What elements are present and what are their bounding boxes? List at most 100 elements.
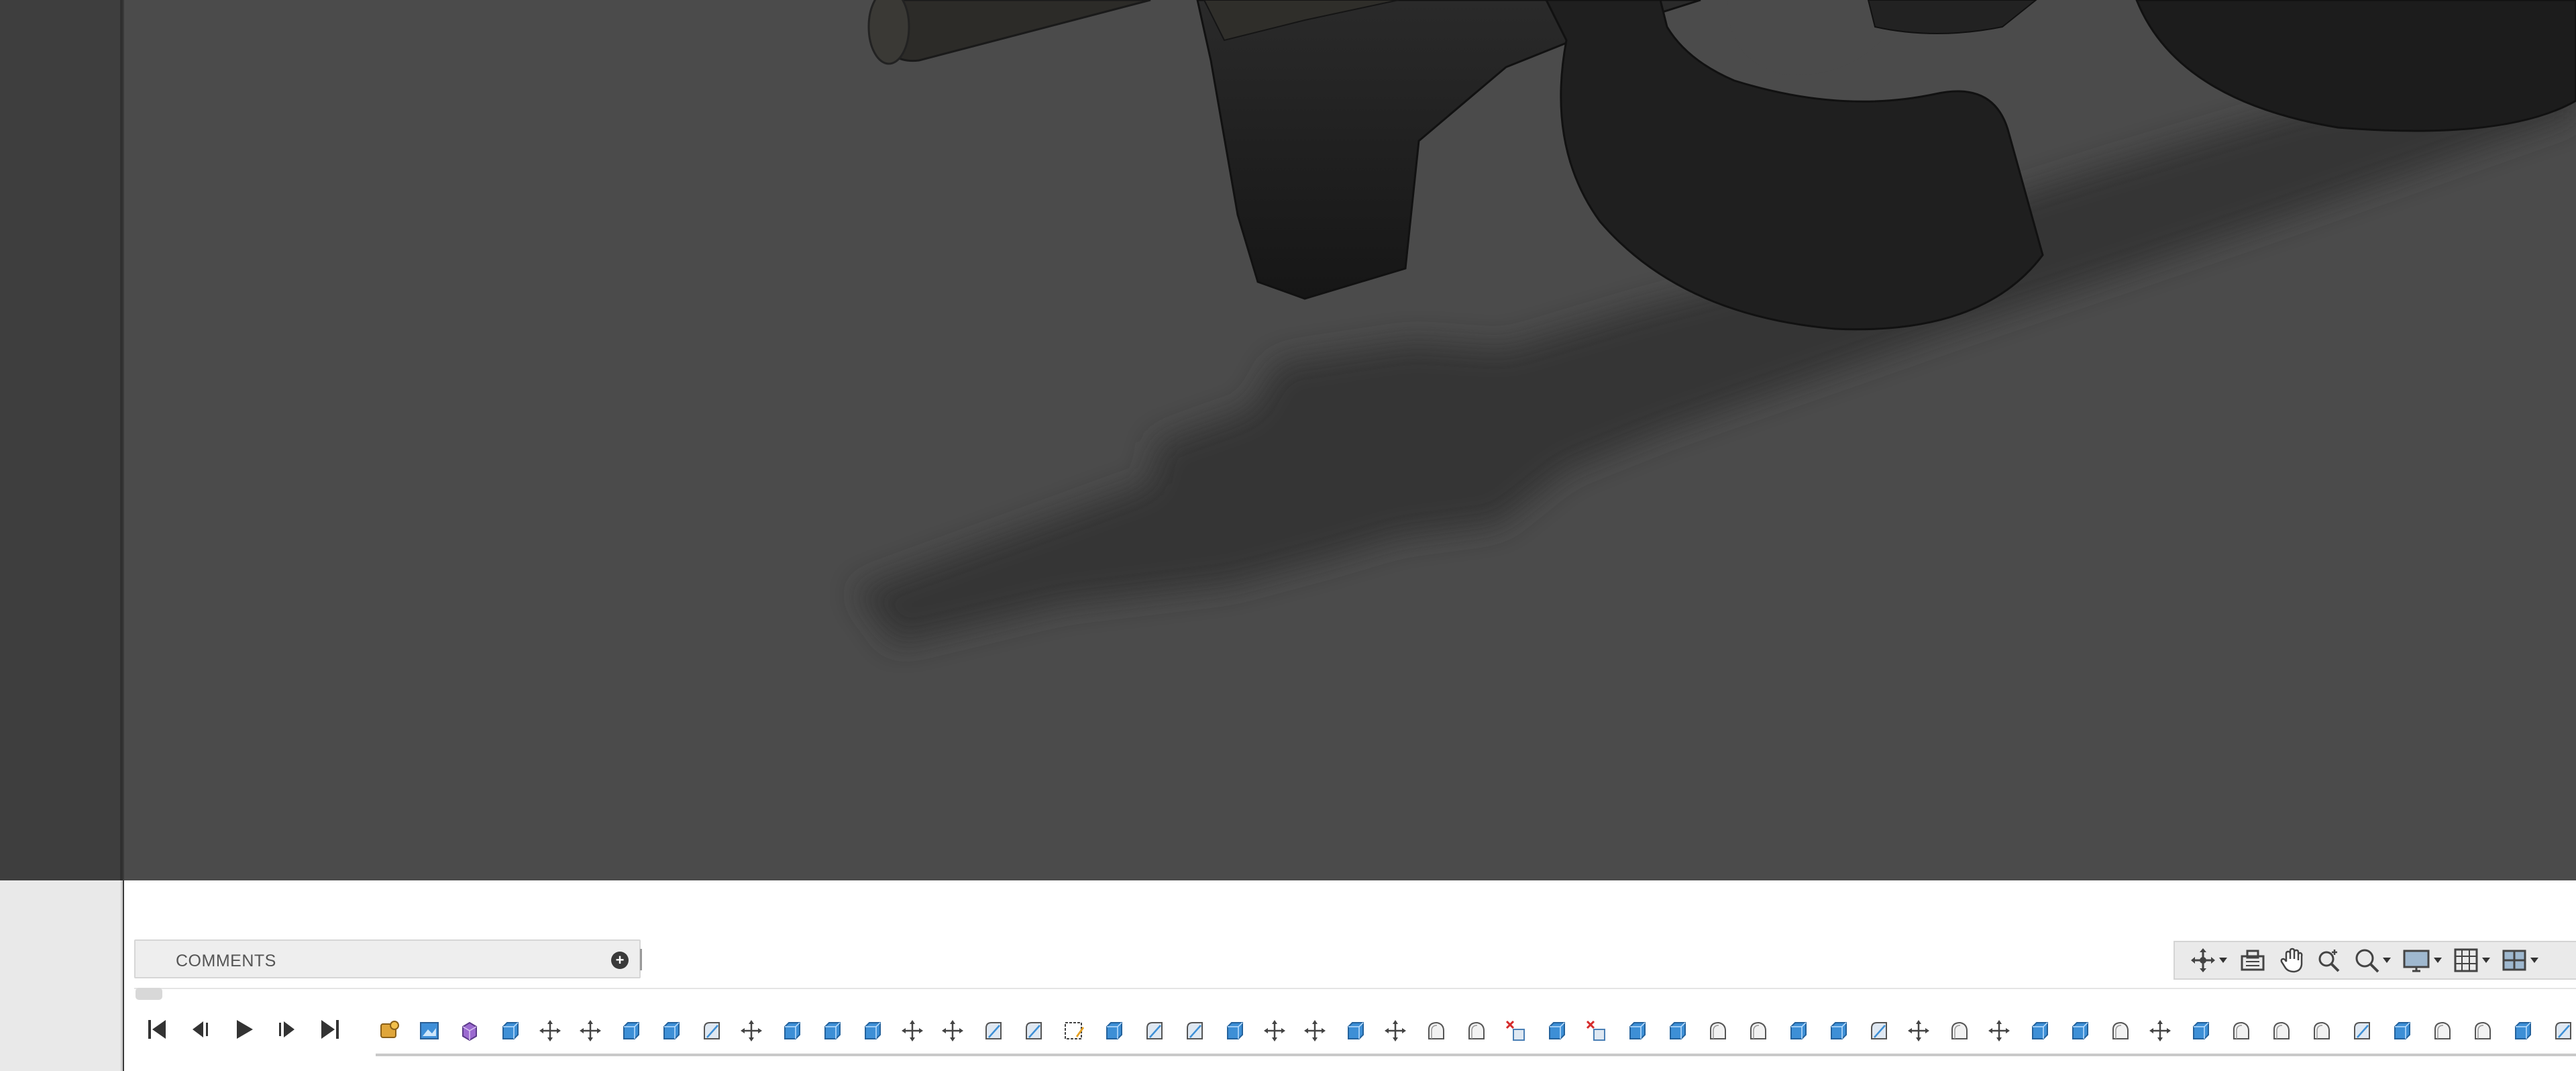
timeline-feature-component[interactable] <box>369 1012 409 1050</box>
timeline-feature-move[interactable] <box>530 1012 570 1050</box>
go-to-start-button[interactable] <box>144 1016 171 1043</box>
timeline-feature-fillet[interactable] <box>2542 1012 2576 1050</box>
timeline-feature-move[interactable] <box>2140 1012 2180 1050</box>
timeline-feature-extrude[interactable] <box>2019 1012 2059 1050</box>
viewports-icon <box>2502 950 2526 971</box>
timeline-scroll-handle[interactable] <box>136 988 162 1000</box>
shell-icon <box>1428 1021 1444 1039</box>
timeline-feature-extrude[interactable] <box>1818 1012 1858 1050</box>
zoom-fit-icon <box>2355 949 2379 973</box>
timeline-feature-fillet[interactable] <box>1134 1012 1174 1050</box>
timeline-feature-move[interactable] <box>1979 1012 2019 1050</box>
timeline-feature-extrude[interactable] <box>2180 1012 2220 1050</box>
shell-icon <box>2314 1021 2330 1039</box>
timeline-feature-extrude[interactable] <box>1657 1012 1697 1050</box>
timeline-feature-extrude[interactable] <box>2381 1012 2422 1050</box>
timeline-feature-shell[interactable] <box>1939 1012 1979 1050</box>
timeline-feature-extrude[interactable] <box>2059 1012 2100 1050</box>
model-render <box>855 0 2576 644</box>
timeline-feature-extrude[interactable] <box>1778 1012 1818 1050</box>
timeline-feature-extrude[interactable] <box>771 1012 812 1050</box>
comments-panel[interactable]: COMMENTS + <box>134 939 642 978</box>
look-at-button[interactable] <box>2235 946 2270 975</box>
timeline-feature-move[interactable] <box>731 1012 771 1050</box>
timeline-feature-extrude[interactable] <box>1335 1012 1375 1050</box>
grid-settings-button[interactable] <box>2450 946 2493 975</box>
timeline-feature-fillet[interactable] <box>1013 1012 1053 1050</box>
timeline-feature-move[interactable] <box>1898 1012 1939 1050</box>
timeline-feature-move[interactable] <box>892 1012 932 1050</box>
grid-icon <box>2454 948 2478 972</box>
timeline-feature-shell[interactable] <box>1737 1012 1778 1050</box>
timeline-feature-extrude[interactable] <box>1214 1012 1254 1050</box>
step-back-button[interactable] <box>187 1016 214 1043</box>
move-icon <box>741 1020 762 1041</box>
step-forward-icon <box>279 1021 294 1037</box>
navigation-toolbar <box>2174 941 2576 980</box>
timeline-feature-form[interactable] <box>449 1012 490 1050</box>
timeline-feature-extrude[interactable] <box>1093 1012 1134 1050</box>
timeline-feature-move[interactable] <box>1254 1012 1295 1050</box>
extrude-icon <box>502 1022 519 1039</box>
shell-icon <box>2475 1021 2491 1039</box>
timeline-feature-delete[interactable] <box>1496 1012 1536 1050</box>
orbit-button[interactable] <box>2187 946 2230 975</box>
timeline-feature-shell[interactable] <box>1697 1012 1737 1050</box>
timeline-feature-sketch[interactable] <box>1053 1012 1093 1050</box>
pan-button[interactable] <box>2275 946 2308 975</box>
extrude-icon <box>1227 1022 1243 1039</box>
timeline-feature-shell[interactable] <box>1415 1012 1456 1050</box>
go-to-end-button[interactable] <box>316 1016 343 1043</box>
chevron-down-icon <box>2530 958 2538 963</box>
timeline-feature-extrude[interactable] <box>1617 1012 1657 1050</box>
timeline-feature-fillet[interactable] <box>1858 1012 1898 1050</box>
timeline-feature-fillet[interactable] <box>2341 1012 2381 1050</box>
timeline-feature-move[interactable] <box>1375 1012 1415 1050</box>
timeline-feature-shell[interactable] <box>2301 1012 2341 1050</box>
shell-icon <box>1710 1021 1726 1039</box>
play-button[interactable] <box>230 1016 257 1043</box>
playback-controls <box>144 1016 343 1043</box>
timeline-feature-extrude[interactable] <box>852 1012 892 1050</box>
timeline-feature-shell[interactable] <box>2220 1012 2261 1050</box>
timeline-feature-shell[interactable] <box>1456 1012 1496 1050</box>
fit-button[interactable] <box>2351 946 2394 975</box>
timeline-feature-fillet[interactable] <box>691 1012 731 1050</box>
timeline-feature-extrude[interactable] <box>1536 1012 1576 1050</box>
zoom-button[interactable] <box>2313 946 2345 975</box>
extrude-icon <box>1670 1022 1686 1039</box>
timeline-feature-delete[interactable] <box>1576 1012 1617 1050</box>
chevron-down-icon <box>2482 958 2490 963</box>
timeline-feature-fillet[interactable] <box>973 1012 1013 1050</box>
panel-grip[interactable] <box>640 949 642 970</box>
timeline-feature-extrude[interactable] <box>812 1012 852 1050</box>
form-icon <box>462 1021 477 1041</box>
move-icon <box>942 1020 963 1041</box>
viewports-button[interactable] <box>2498 946 2541 975</box>
extrude-icon <box>1348 1022 1364 1039</box>
orbit-icon <box>2191 948 2215 972</box>
skip-end-icon <box>321 1020 339 1039</box>
timeline-feature-canvas[interactable] <box>409 1012 449 1050</box>
step-forward-button[interactable] <box>273 1016 300 1043</box>
move-icon <box>580 1020 601 1041</box>
timeline-feature-move[interactable] <box>570 1012 610 1050</box>
shell-icon <box>2434 1021 2451 1039</box>
timeline-feature-extrude[interactable] <box>610 1012 651 1050</box>
plus-circle-icon[interactable]: + <box>611 952 629 969</box>
timeline-feature-move[interactable] <box>932 1012 973 1050</box>
timeline-feature-extrude[interactable] <box>651 1012 691 1050</box>
display-settings-button[interactable] <box>2399 946 2445 975</box>
timeline-feature-shell[interactable] <box>2261 1012 2301 1050</box>
timeline-feature-fillet[interactable] <box>1174 1012 1214 1050</box>
3d-viewport[interactable] <box>124 0 2576 880</box>
timeline-feature-shell[interactable] <box>2422 1012 2462 1050</box>
timeline-feature-extrude[interactable] <box>490 1012 530 1050</box>
timeline-feature-extrude[interactable] <box>2502 1012 2542 1050</box>
move-icon <box>2149 1020 2171 1041</box>
timeline-feature-shell[interactable] <box>2462 1012 2502 1050</box>
move-icon <box>1304 1020 1326 1041</box>
timeline-feature-shell[interactable] <box>2100 1012 2140 1050</box>
timeline-feature-move[interactable] <box>1295 1012 1335 1050</box>
hand-icon <box>2280 948 2303 973</box>
